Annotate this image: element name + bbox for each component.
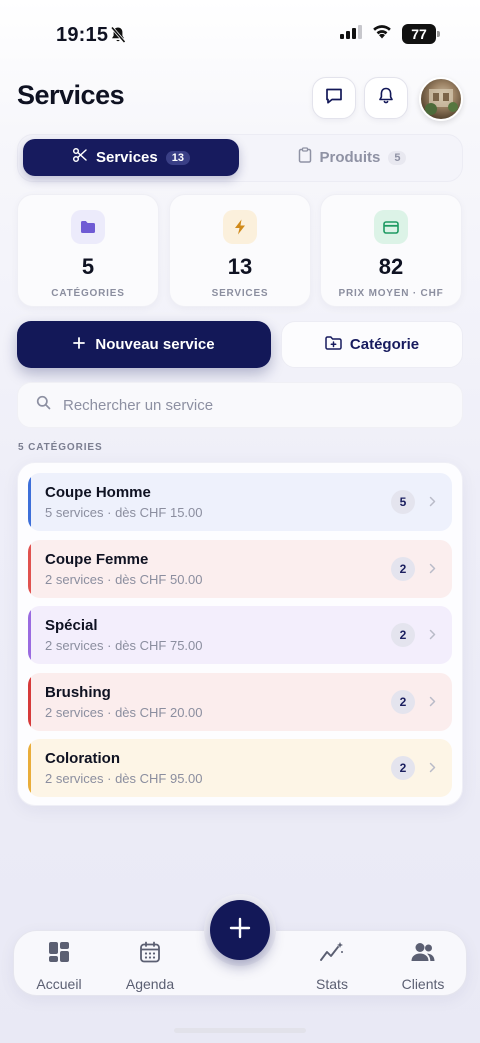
- stat-label: SERVICES: [211, 288, 269, 299]
- chevron-right-icon: [429, 494, 436, 510]
- category-accent-bar: [28, 673, 31, 731]
- category-name: Coloration: [45, 750, 120, 767]
- folder-icon: [71, 210, 105, 244]
- category-count-badge: 2: [391, 557, 415, 581]
- bell-icon: [377, 86, 395, 111]
- chevron-right-icon: [429, 627, 436, 643]
- category-count-badge: 2: [391, 623, 415, 647]
- categories-section-label: 5 CATÉGORIES: [18, 442, 103, 453]
- home-indicator: [174, 1028, 306, 1033]
- tab-produits[interactable]: Produits 5: [247, 139, 457, 176]
- silent-bell-icon: [110, 26, 126, 49]
- card-icon: [374, 210, 408, 244]
- category-row[interactable]: Coupe Homme 5 services · dès CHF 15.00 5: [28, 473, 452, 531]
- new-service-label: Nouveau service: [95, 336, 215, 353]
- nav-item-stats[interactable]: Stats: [292, 941, 372, 992]
- chevron-right-icon: [429, 561, 436, 577]
- category-subtitle: 5 services · dès CHF 15.00: [45, 505, 203, 520]
- nav-label-stats: Stats: [316, 976, 348, 992]
- plus-icon: [73, 336, 86, 353]
- category-subtitle: 2 services · dès CHF 50.00: [45, 572, 203, 587]
- wifi-icon: [372, 24, 392, 44]
- category-accent-bar: [28, 473, 31, 531]
- message-icon: [324, 86, 344, 111]
- avatar[interactable]: [419, 77, 463, 121]
- category-row[interactable]: Coupe Femme 2 services · dès CHF 50.00 2: [28, 540, 452, 598]
- messages-button[interactable]: [312, 77, 356, 119]
- chevron-right-icon: [429, 694, 436, 710]
- stat-card-services: 13 SERVICES: [169, 194, 311, 307]
- clipboard-icon: [298, 147, 312, 168]
- category-count-badge: 2: [391, 756, 415, 780]
- chevron-right-icon: [429, 760, 436, 776]
- category-row[interactable]: Spécial 2 services · dès CHF 75.00 2: [28, 606, 452, 664]
- category-name: Coupe Femme: [45, 551, 149, 568]
- dashboard-icon: [48, 941, 70, 968]
- users-icon: [410, 941, 436, 968]
- tab-services[interactable]: Services 13: [23, 139, 239, 176]
- status-time: 19:15: [56, 24, 109, 46]
- new-service-button[interactable]: Nouveau service: [17, 321, 271, 368]
- scissors-icon: [72, 147, 88, 168]
- stat-value: 5: [81, 254, 95, 279]
- category-subtitle: 2 services · dès CHF 75.00: [45, 638, 203, 653]
- stat-label: CATÉGORIES: [51, 288, 125, 299]
- category-accent-bar: [28, 606, 31, 664]
- category-name: Brushing: [45, 684, 111, 701]
- category-list: Coupe Homme 5 services · dès CHF 15.00 5…: [17, 462, 463, 806]
- plus-icon: [229, 917, 251, 944]
- category-accent-bar: [28, 540, 31, 598]
- calendar-icon: [139, 941, 161, 968]
- stat-value: 82: [378, 254, 404, 279]
- tab-services-label: Services: [96, 149, 158, 166]
- status-indicators: 77: [340, 24, 440, 44]
- battery-indicator: 77: [402, 24, 440, 44]
- signal-icon: [340, 24, 362, 44]
- folder-plus-icon: [325, 335, 342, 354]
- bolt-icon: [223, 210, 257, 244]
- add-fab-button[interactable]: [210, 900, 270, 960]
- stat-label: PRIX MOYEN · CHF: [338, 288, 444, 299]
- search-icon: [36, 395, 51, 415]
- stats-sparkle-icon: [320, 941, 344, 968]
- search-input[interactable]: [63, 396, 433, 414]
- notifications-button[interactable]: [364, 77, 408, 119]
- tab-produits-count: 5: [388, 150, 407, 165]
- tab-produits-label: Produits: [319, 149, 381, 166]
- category-subtitle: 2 services · dès CHF 20.00: [45, 705, 203, 720]
- stat-card-categories: 5 CATÉGORIES: [17, 194, 159, 307]
- stat-card-price: 82 PRIX MOYEN · CHF: [320, 194, 462, 307]
- category-row[interactable]: Brushing 2 services · dès CHF 20.00 2: [28, 673, 452, 731]
- nav-label-agenda: Agenda: [125, 976, 175, 992]
- nav-label-home: Accueil: [36, 976, 82, 992]
- page-title: Services: [17, 80, 125, 110]
- stat-value: 13: [227, 254, 253, 279]
- category-accent-bar: [28, 739, 31, 797]
- add-category-button[interactable]: Catégorie: [281, 321, 463, 368]
- nav-item-home[interactable]: Accueil: [19, 941, 99, 992]
- category-row[interactable]: Coloration 2 services · dès CHF 95.00 2: [28, 739, 452, 797]
- search-bar[interactable]: [17, 382, 463, 428]
- nav-item-agenda[interactable]: Agenda: [110, 941, 190, 992]
- category-count-badge: 5: [391, 490, 415, 514]
- category-name: Spécial: [45, 617, 98, 634]
- tab-services-count: 13: [165, 150, 190, 165]
- nav-label-clients: Clients: [401, 976, 445, 992]
- nav-item-clients[interactable]: Clients: [383, 941, 463, 992]
- category-name: Coupe Homme: [45, 484, 151, 501]
- category-subtitle: 2 services · dès CHF 95.00: [45, 771, 203, 786]
- category-count-badge: 2: [391, 690, 415, 714]
- add-category-label: Catégorie: [349, 336, 420, 353]
